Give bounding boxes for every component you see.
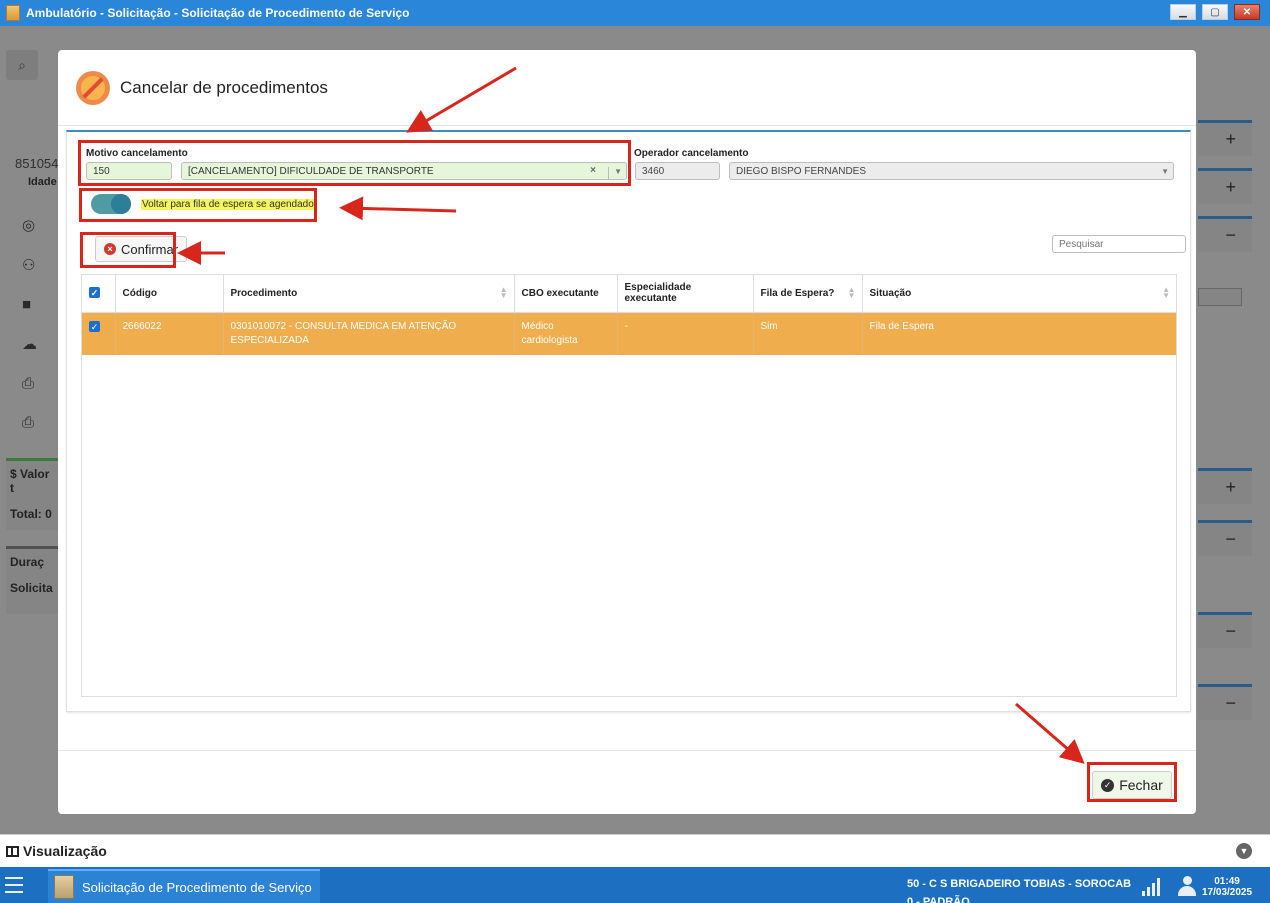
- bg-icon-column: ◎ ⚇ ■ ☁ ⎙ ⎙: [22, 216, 37, 431]
- modal-title: Cancelar de procedimentos: [120, 77, 328, 97]
- window-titlebar: Ambulatório - Solicitação - Solicitação …: [0, 0, 1270, 26]
- add-user-icon: ⚇: [22, 257, 36, 274]
- bg-right-panel-4: +: [1198, 468, 1252, 504]
- bg-right-panel-1: +: [1198, 120, 1252, 156]
- search-input[interactable]: [1052, 235, 1186, 253]
- bg-idade: Idade: [28, 176, 57, 188]
- col-cbo-label: CBO executante: [521, 287, 599, 299]
- col-fila[interactable]: Fila de Espera? ▲ ▼: [753, 275, 863, 313]
- unit-info: 50 - C S BRIGADEIRO TOBIAS - SOROCAB 0 -…: [907, 875, 1131, 903]
- col-situacao[interactable]: Situação ▲ ▼: [862, 275, 1176, 313]
- unit-line-1: 50 - C S BRIGADEIRO TOBIAS - SOROCAB: [907, 878, 1132, 890]
- bg-right-panel-6: −: [1198, 612, 1252, 648]
- operador-select: DIEGO BISPO FERNANDES ▼: [729, 162, 1174, 180]
- bg-valor-label: $ Valor t: [10, 467, 50, 495]
- task-item-solicitacao[interactable]: Solicitação de Procedimento de Serviço: [48, 869, 320, 903]
- visualizacao-icon: [6, 845, 19, 857]
- operador-select-value: DIEGO BISPO FERNANDES: [736, 166, 867, 177]
- bg-total-label: Total: 0: [10, 507, 52, 521]
- select-all-checkbox[interactable]: ✓: [89, 287, 100, 299]
- window-title: Ambulatório - Solicitação - Solicitação …: [26, 6, 410, 20]
- sort-icon: ▲ ▼: [499, 285, 508, 300]
- col-situacao-label: Situação: [869, 287, 912, 299]
- fingerprint-icon: ◎: [22, 217, 36, 234]
- col-especialidade[interactable]: Especialidade executante: [617, 275, 754, 313]
- window-controls: ▁ ▢ ✕: [1170, 4, 1260, 20]
- col-codigo[interactable]: Código: [115, 275, 224, 313]
- bg-solicita-label: Solicita: [10, 581, 53, 595]
- bg-valor-panel: $ Valor t Total: 0: [6, 458, 58, 530]
- print-icon-2: ⎙: [22, 414, 35, 431]
- table-row[interactable]: ✓ 2666022 0301010072 - CONSULTA MEDICA E…: [82, 312, 1176, 355]
- app-icon: [6, 5, 20, 21]
- row-checkbox[interactable]: ✓: [89, 320, 100, 332]
- chevron-down-icon[interactable]: ▼: [1236, 843, 1252, 859]
- row-checkbox-cell: ✓: [82, 312, 116, 355]
- visualizacao-bar[interactable]: Visualização ▼: [0, 834, 1270, 867]
- cell-fila: Sim: [753, 312, 863, 355]
- bg-right-panel-2: +: [1198, 168, 1252, 204]
- col-procedimento[interactable]: Procedimento ▲ ▼: [223, 275, 515, 313]
- bg-duracao-panel: Duraç Solicita: [6, 546, 58, 614]
- signal-icon: [1142, 878, 1160, 896]
- sort-icon: ▲ ▼: [1162, 285, 1170, 300]
- cancel-icon: [76, 70, 110, 105]
- visualizacao-label: Visualização: [23, 843, 107, 859]
- cell-situacao: Fila de Espera: [862, 312, 1176, 355]
- cell-especialidade: -: [617, 312, 754, 355]
- bg-record-number: 851054: [15, 156, 59, 171]
- app-icon: [54, 875, 74, 899]
- highlight-box-confirm: [80, 232, 176, 268]
- bg-duracao-label: Duraç: [10, 555, 45, 569]
- operador-label: Operador cancelamento: [634, 148, 749, 159]
- cell-cbo: Médico cardiologista: [514, 312, 618, 355]
- folder-icon: ■: [22, 296, 32, 313]
- operador-code-field: 3460: [635, 162, 720, 180]
- bg-right-panel-7: −: [1198, 684, 1252, 720]
- maximize-button[interactable]: ▢: [1202, 4, 1228, 20]
- procedures-table: ✓ Código Procedimento ▲ ▼ CBO executante E…: [81, 274, 1177, 697]
- table-header-row: ✓ Código Procedimento ▲ ▼ CBO executante E…: [82, 275, 1176, 313]
- bg-right-panel-3: −: [1198, 216, 1252, 252]
- close-window-button[interactable]: ✕: [1234, 4, 1260, 20]
- highlight-box-toggle: [79, 188, 317, 222]
- col-procedimento-label: Procedimento: [230, 287, 298, 299]
- sort-icon: ▲ ▼: [847, 285, 856, 300]
- col-especialidade-label: Especialidade executante: [624, 282, 692, 305]
- modal-footer: ✓ Fechar: [58, 750, 1196, 814]
- col-fila-label: Fila de Espera?: [760, 287, 835, 299]
- user-icon[interactable]: [1178, 876, 1196, 896]
- cloud-download-icon: ☁: [22, 336, 37, 353]
- hamburger-icon[interactable]: [5, 877, 23, 893]
- modal-header: Cancelar de procedimentos: [58, 50, 1196, 126]
- cell-codigo: 2666022: [115, 312, 224, 355]
- highlight-box-motivo: [78, 140, 631, 186]
- taskbar: Solicitação de Procedimento de Serviço 5…: [0, 867, 1270, 903]
- unit-line-2: 0 - PADRÃO: [907, 896, 970, 903]
- col-cbo[interactable]: CBO executante: [514, 275, 618, 313]
- bg-right-panel-5: −: [1198, 520, 1252, 556]
- bg-right-select: [1198, 288, 1242, 306]
- minimize-button[interactable]: ▁: [1170, 4, 1196, 20]
- cell-procedimento: 0301010072 - CONSULTA MEDICA EM ATENÇÃO …: [223, 312, 515, 355]
- col-codigo-label: Código: [122, 287, 157, 299]
- select-all-header: ✓: [82, 275, 116, 313]
- task-item-label: Solicitação de Procedimento de Serviço: [82, 879, 312, 895]
- clock: 01:49 17/03/2025: [1202, 876, 1252, 898]
- search-icon: ⌕: [6, 50, 38, 80]
- clock-date: 17/03/2025: [1202, 887, 1253, 898]
- chevron-down-icon: ▼: [1161, 167, 1169, 176]
- print-icon: ⎙: [22, 375, 35, 392]
- clock-time: 01:49: [1214, 876, 1240, 887]
- highlight-box-close: [1087, 762, 1177, 802]
